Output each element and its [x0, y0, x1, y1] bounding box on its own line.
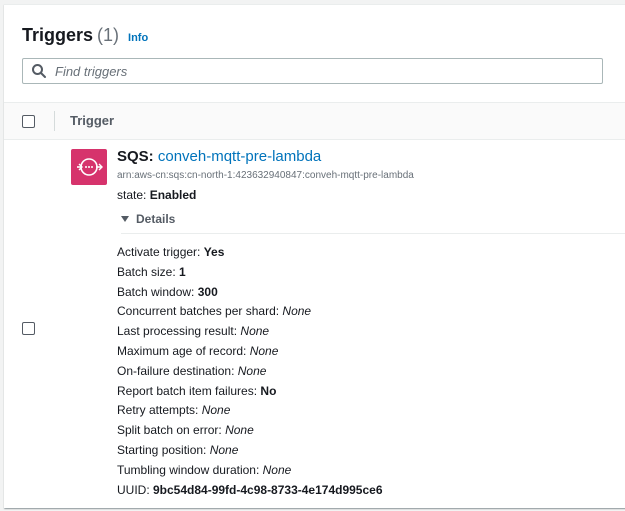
sqs-icon [71, 149, 107, 185]
state-label: state: [117, 188, 147, 202]
details-toggle[interactable]: Details [121, 212, 175, 226]
property-row: Batch window: 300 [117, 283, 383, 303]
info-link[interactable]: Info [128, 32, 148, 44]
property-row: On-failure destination: None [117, 362, 383, 382]
property-row: Activate trigger: Yes [117, 243, 383, 263]
property-value: None [240, 324, 270, 339]
property-key: On-failure destination: [117, 363, 238, 378]
property-key: Batch size: [117, 264, 180, 279]
search-input[interactable] [53, 62, 602, 80]
details-label: Details [136, 212, 176, 226]
state-value: Enabled [149, 188, 197, 202]
property-key: Activate trigger: [117, 245, 204, 259]
property-value: None [209, 442, 239, 457]
property-row: Maximum age of record: None [117, 342, 383, 362]
trigger-title: SQS: conveh-mqtt-pre-lambda [117, 148, 321, 165]
property-row: Report batch item failures: No [117, 382, 383, 402]
property-key: Batch window: [117, 284, 198, 299]
property-value: 1 [179, 264, 186, 279]
property-row: UUID: 9bc54d84-99fd-4c98-8733-4e174d995c… [117, 481, 383, 501]
property-row: Batch size: 1 [117, 263, 383, 283]
details-properties: Activate trigger: Yes Batch size: 1 Batch … [117, 243, 383, 500]
table-header: Trigger [4, 102, 625, 140]
property-value: None [249, 343, 279, 358]
property-value: None [262, 462, 292, 477]
property-row: Starting position: None [117, 441, 383, 461]
details-divider [121, 233, 625, 234]
property-key: Report batch item failures: [117, 383, 261, 398]
panel-title: Triggers [22, 25, 94, 45]
trigger-name-link[interactable]: conveh-mqtt-pre-lambda [158, 148, 321, 165]
column-header-trigger: Trigger [70, 113, 115, 128]
property-row: Retry attempts: None [117, 401, 383, 421]
property-value: None [225, 423, 254, 438]
property-key: Starting position: [117, 442, 210, 457]
property-value: None [237, 363, 267, 378]
property-value: None [201, 403, 231, 418]
search-icon [32, 64, 46, 78]
caret-down-icon [121, 216, 129, 222]
property-value: 300 [197, 284, 218, 299]
property-key: Maximum age of record: [117, 343, 250, 358]
property-row: Concurrent batches per shard: None [117, 302, 383, 322]
property-value: No [260, 383, 277, 398]
trigger-state: state: Enabled [117, 188, 196, 202]
property-key: Split batch on error: [117, 423, 226, 438]
property-value: 9bc54d84-99fd-4c98-8733-4e174d995ce6 [153, 482, 383, 497]
panel-header: Triggers (1) Info [22, 25, 148, 49]
property-row: Last processing result: None [117, 322, 383, 342]
trigger-count: (1) [97, 25, 120, 45]
property-key: Last processing result: [117, 324, 241, 339]
property-row: Split batch on error: None [117, 421, 383, 441]
property-value: Yes [203, 245, 225, 259]
property-row: Tumbling window duration: None [117, 461, 383, 481]
triggers-panel: Triggers (1) Info Trigger [4, 4, 625, 508]
property-key: Retry attempts: [117, 403, 202, 418]
search-box[interactable] [22, 58, 603, 84]
row-checkbox[interactable] [22, 322, 35, 335]
trigger-service: SQS: [117, 148, 154, 165]
property-key: Concurrent batches per shard: [117, 304, 283, 319]
select-all-checkbox[interactable] [22, 115, 35, 128]
property-key: UUID: [117, 482, 153, 497]
property-value: None [282, 304, 312, 319]
property-key: Tumbling window duration: [117, 462, 263, 477]
trigger-arn: arn:aws-cn:sqs:cn-north-1:423632940847:c… [117, 170, 414, 181]
table-row: SQS: conveh-mqtt-pre-lambda arn:aws-cn:s… [4, 139, 625, 508]
column-divider [54, 111, 55, 131]
